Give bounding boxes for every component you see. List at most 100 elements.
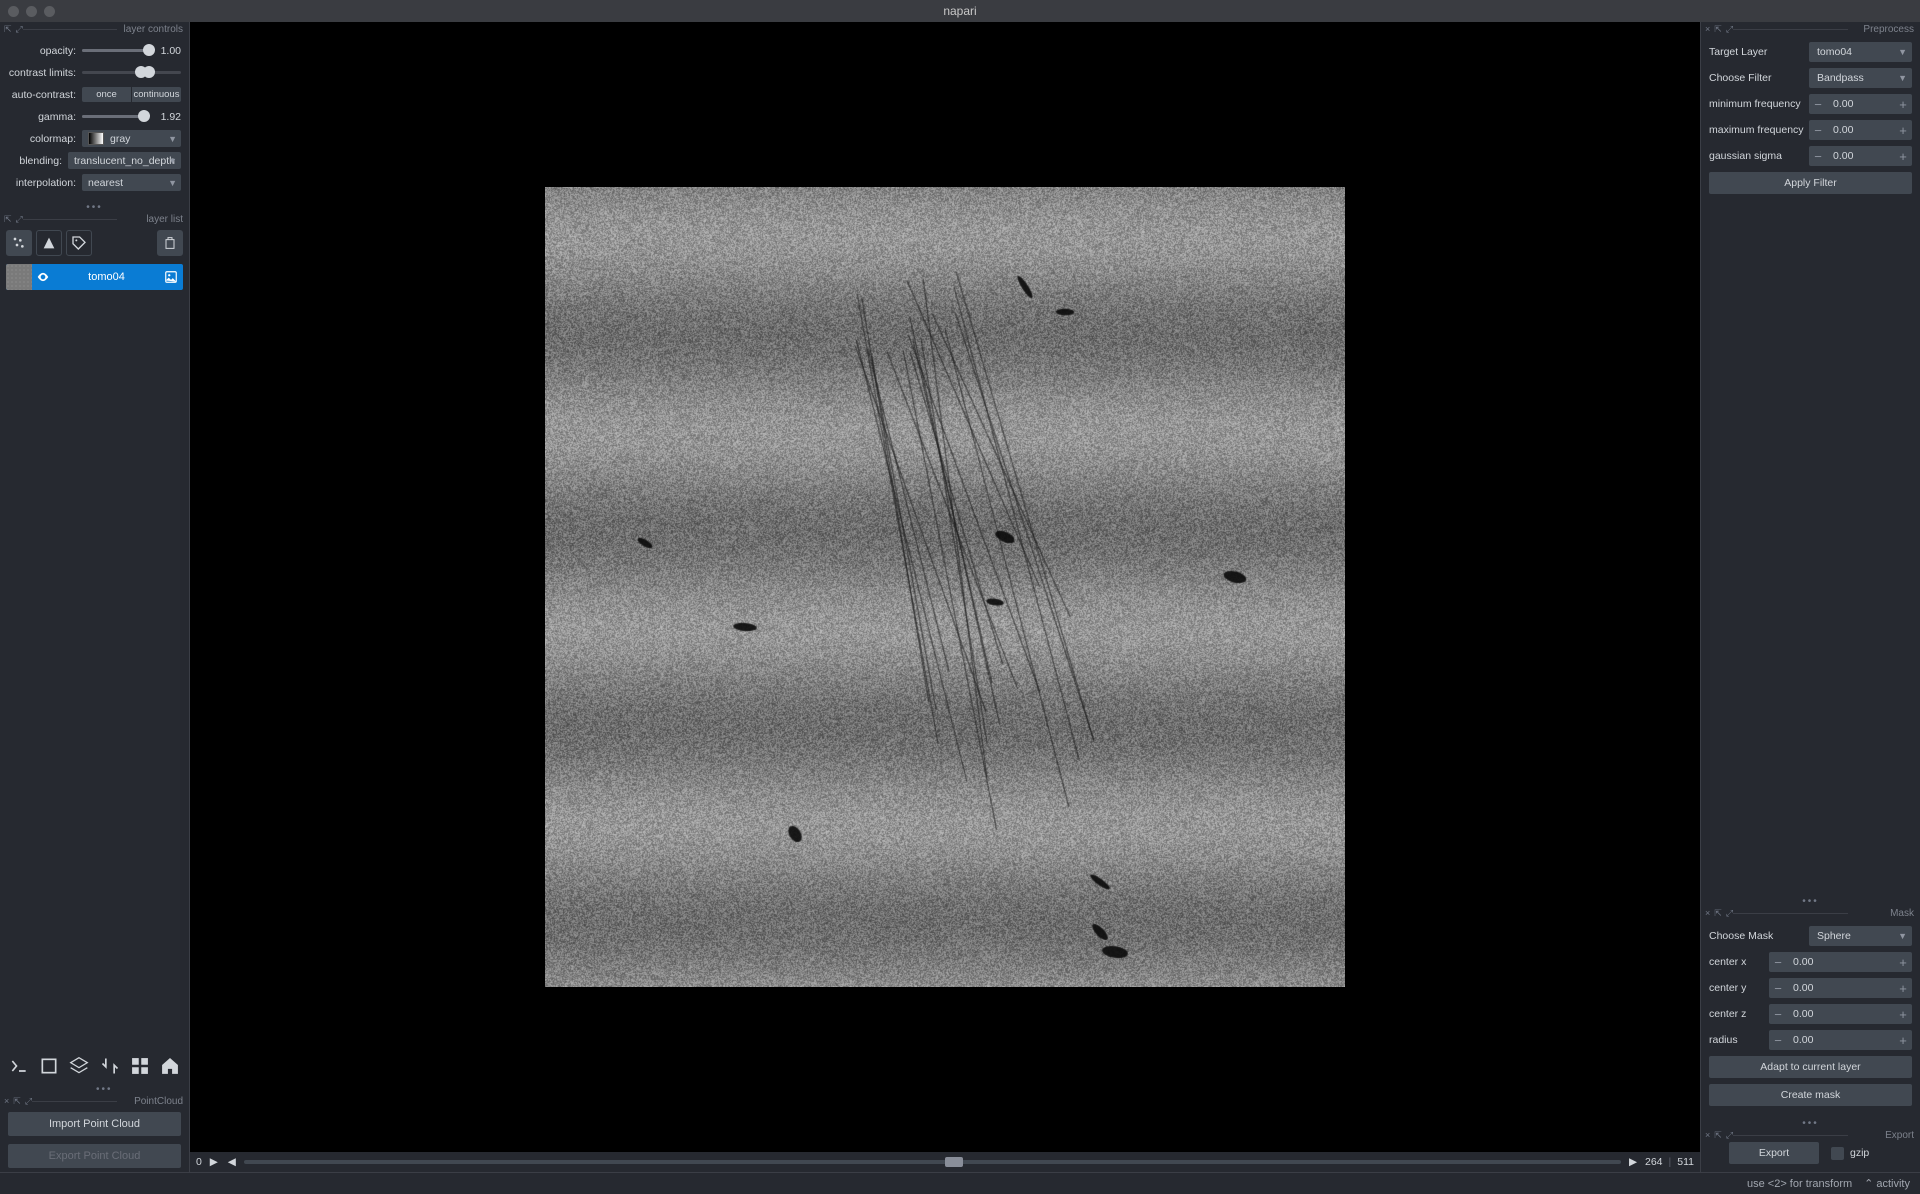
target-layer-select[interactable]: tomo04 ▼	[1809, 42, 1912, 62]
expand-icon[interactable]: ⤢	[1726, 24, 1733, 35]
expand-icon[interactable]: ⤢	[1726, 908, 1733, 919]
decrement-icon[interactable]: −	[1769, 1030, 1787, 1050]
filter-select[interactable]: Bandpass ▼	[1809, 68, 1912, 88]
close-dock-icon[interactable]: ×	[1705, 1130, 1710, 1141]
canvas-area: ⋮ ⋮ 0 ▶ ◀ ▶ 264 | 511	[190, 22, 1700, 1172]
max-freq-input[interactable]: − 0.00 +	[1809, 120, 1912, 140]
separator-dots[interactable]: •••	[0, 1084, 189, 1094]
decrement-icon[interactable]: −	[1769, 978, 1787, 998]
colormap-select[interactable]: gray ▼	[82, 130, 181, 147]
undock-icon[interactable]: ⇱	[4, 24, 12, 35]
titlebar: napari	[0, 0, 1920, 22]
decrement-icon[interactable]: −	[1769, 1004, 1787, 1024]
undock-icon[interactable]: ⇱	[1714, 908, 1722, 919]
increment-icon[interactable]: +	[1894, 1004, 1912, 1024]
auto-contrast-once-button[interactable]: once	[82, 87, 132, 102]
close-dock-icon[interactable]: ×	[1705, 24, 1710, 35]
play-button[interactable]: ▶	[208, 1156, 220, 1168]
window-traffic-lights[interactable]	[8, 6, 55, 17]
status-hint: use <2> for transform	[1747, 1178, 1852, 1190]
increment-icon[interactable]: +	[1894, 1030, 1912, 1050]
new-points-button[interactable]	[6, 230, 32, 256]
mask-title: Mask	[1733, 908, 1916, 919]
new-labels-button[interactable]	[66, 230, 92, 256]
gamma-slider[interactable]	[82, 115, 149, 118]
choose-mask-select[interactable]: Sphere ▼	[1809, 926, 1912, 946]
interpolation-select[interactable]: nearest ▼	[82, 174, 181, 191]
dim-slider[interactable]	[244, 1160, 1621, 1164]
increment-icon[interactable]: +	[1894, 952, 1912, 972]
step-left-button[interactable]: ◀	[226, 1156, 238, 1168]
undock-icon[interactable]: ⇱	[13, 1096, 21, 1107]
dims-slider-bar: 0 ▶ ◀ ▶ 264 | 511	[190, 1152, 1700, 1172]
activity-button[interactable]: ⌃ activity	[1864, 1177, 1910, 1190]
export-button[interactable]: Export	[1729, 1142, 1819, 1164]
pointcloud-header: × ⇱ ⤢ PointCloud	[0, 1094, 189, 1108]
increment-icon[interactable]: +	[1894, 94, 1912, 114]
opacity-slider[interactable]	[82, 49, 149, 52]
close-dock-icon[interactable]: ×	[4, 1096, 9, 1107]
undock-icon[interactable]: ⇱	[1714, 24, 1722, 35]
new-shapes-button[interactable]	[36, 230, 62, 256]
transpose-button[interactable]	[99, 1054, 121, 1078]
center-y-input[interactable]: −0.00+	[1769, 978, 1912, 998]
auto-contrast-continuous-button[interactable]: continuous	[132, 87, 181, 102]
delete-layer-button[interactable]	[157, 230, 183, 256]
separator-dots[interactable]: •••	[1701, 1118, 1920, 1128]
zoom-window-icon[interactable]	[44, 6, 55, 17]
create-mask-button[interactable]: Create mask	[1709, 1084, 1912, 1106]
checkbox-icon[interactable]	[1831, 1147, 1844, 1160]
chevron-down-icon: ▼	[1898, 73, 1907, 83]
app-title: napari	[943, 4, 976, 18]
increment-icon[interactable]: +	[1894, 120, 1912, 140]
gamma-label: gamma:	[8, 111, 82, 123]
min-freq-value: 0.00	[1827, 98, 1894, 110]
close-dock-icon[interactable]: ×	[1705, 908, 1710, 919]
decrement-icon[interactable]: −	[1809, 94, 1827, 114]
console-button[interactable]	[8, 1054, 30, 1078]
expand-icon[interactable]: ⤢	[1726, 1130, 1733, 1141]
adapt-layer-button[interactable]: Adapt to current layer	[1709, 1056, 1912, 1078]
close-window-icon[interactable]	[8, 6, 19, 17]
minimize-window-icon[interactable]	[26, 6, 37, 17]
export-pointcloud-button[interactable]: Export Point Cloud	[8, 1144, 181, 1168]
import-pointcloud-button[interactable]: Import Point Cloud	[8, 1112, 181, 1136]
contrast-slider[interactable]	[82, 71, 181, 74]
increment-icon[interactable]: +	[1894, 978, 1912, 998]
min-freq-label: minimum frequency	[1709, 98, 1809, 110]
decrement-icon[interactable]: −	[1809, 146, 1827, 166]
roll-dims-button[interactable]	[68, 1054, 90, 1078]
undock-icon[interactable]: ⇱	[4, 214, 12, 225]
increment-icon[interactable]: +	[1894, 146, 1912, 166]
target-layer-label: Target Layer	[1709, 46, 1809, 58]
apply-filter-button[interactable]: Apply Filter	[1709, 172, 1912, 194]
chevron-down-icon: ▼	[168, 178, 177, 188]
expand-icon[interactable]: ⤢	[25, 1096, 32, 1107]
layer-list-header: ⇱ ⤢ layer list	[0, 212, 189, 226]
separator-dots[interactable]: •••	[1701, 896, 1920, 906]
expand-icon[interactable]: ⤢	[16, 214, 23, 225]
blending-select[interactable]: translucent_no_depth ▼	[68, 152, 181, 169]
min-freq-input[interactable]: − 0.00 +	[1809, 94, 1912, 114]
decrement-icon[interactable]: −	[1809, 120, 1827, 140]
radius-input[interactable]: −0.00+	[1769, 1030, 1912, 1050]
sigma-input[interactable]: − 0.00 +	[1809, 146, 1912, 166]
undock-icon[interactable]: ⇱	[1714, 1130, 1722, 1141]
expand-icon[interactable]: ⤢	[16, 24, 23, 35]
decrement-icon[interactable]: −	[1769, 952, 1787, 972]
contrast-label: contrast limits:	[8, 67, 82, 79]
center-x-input[interactable]: −0.00+	[1769, 952, 1912, 972]
gamma-value: 1.92	[149, 111, 181, 123]
gzip-checkbox[interactable]: gzip	[1831, 1147, 1869, 1160]
separator-dots[interactable]: •••	[0, 202, 189, 212]
visibility-toggle-icon[interactable]	[32, 270, 54, 284]
center-z-input[interactable]: −0.00+	[1769, 1004, 1912, 1024]
home-button[interactable]	[159, 1054, 181, 1078]
ndisplay-button[interactable]	[38, 1054, 60, 1078]
filter-value: Bandpass	[1817, 72, 1864, 84]
preprocess-header: × ⇱ ⤢ Preprocess	[1701, 22, 1920, 36]
image-canvas[interactable]	[545, 187, 1345, 987]
step-right-button[interactable]: ▶	[1627, 1156, 1639, 1168]
grid-button[interactable]	[129, 1054, 151, 1078]
layer-item-tomo04[interactable]: tomo04	[6, 264, 183, 290]
